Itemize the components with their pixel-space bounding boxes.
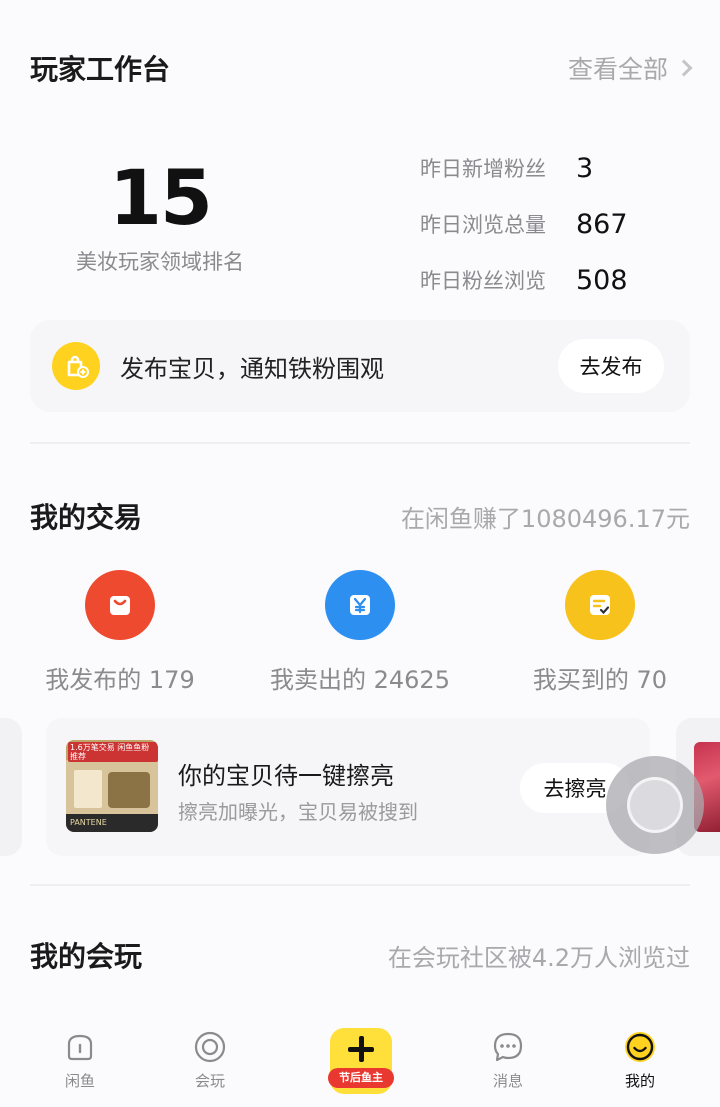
tab-label: 我的: [624, 1072, 655, 1090]
stat-value: 508: [576, 264, 628, 296]
trade-label: 我买到的 70: [532, 666, 668, 694]
tab-label: 会玩: [194, 1072, 225, 1090]
bottom-tab-bar: 闲鱼 会玩 节后鱼主 消息 我的: [0, 1010, 720, 1107]
trades-title: 我的交易: [30, 501, 143, 534]
stats-panel: 昨日新增粉丝 3 昨日浏览总量 867 昨日粉丝浏览 508: [420, 140, 700, 308]
stat-value: 3: [576, 152, 594, 184]
community-header: 我的会玩 在会玩社区被4.2万人浏览过: [30, 935, 690, 975]
view-all-link[interactable]: 查看全部: [567, 50, 693, 86]
plus-icon: [348, 1036, 374, 1062]
trade-label: 我发布的 179: [45, 666, 195, 694]
receipt-check-icon: [565, 570, 635, 640]
thumb-tag: 1.6万笔交易 闲鱼鱼粉推荐: [68, 742, 158, 762]
divider: [30, 884, 690, 886]
polish-subtitle: 擦亮加曝光，宝贝易被搜到: [178, 800, 418, 824]
publish-card[interactable]: 发布宝贝，通知铁粉围观 去发布: [30, 320, 690, 412]
polish-title: 你的宝贝待一键擦亮: [178, 762, 394, 790]
stat-value: 867: [576, 208, 628, 240]
trades-header: 我的交易 在闲鱼赚了1080496.17元: [30, 496, 690, 536]
rank-block[interactable]: 15 美妆玩家领域排名: [60, 150, 260, 276]
chevron-right-icon: [675, 59, 693, 77]
earnings-link[interactable]: 在闲鱼赚了1080496.17元: [401, 499, 690, 534]
rank-label: 美妆玩家领域排名: [76, 250, 244, 274]
tab-label: 闲鱼: [64, 1072, 95, 1090]
tab-messages[interactable]: 消息: [458, 1030, 558, 1091]
workbench-header: 玩家工作台 查看全部: [30, 48, 693, 88]
tab-huiwan[interactable]: 会玩: [160, 1030, 260, 1091]
tab-mine[interactable]: 我的: [590, 1030, 690, 1091]
xianyu-home-icon: [67, 1034, 93, 1061]
earnings-text: 在闲鱼赚了1080496.17元: [400, 504, 690, 533]
stat-row-new-fans: 昨日新增粉丝 3: [420, 140, 700, 196]
shopping-bag-plus-icon: [52, 342, 100, 390]
trade-item-bought[interactable]: 我买到的 70: [480, 570, 720, 695]
trade-item-sold[interactable]: 我卖出的 24625: [240, 570, 480, 695]
workbench-title: 玩家工作台: [30, 53, 171, 86]
smiley-face-icon: [625, 1032, 655, 1062]
community-summary-link[interactable]: 在会玩社区被4.2万人浏览过: [388, 938, 690, 973]
stat-row-fan-views: 昨日粉丝浏览 508: [420, 252, 700, 308]
polish-card[interactable]: 1.6万笔交易 闲鱼鱼粉推荐 PANTENE 你的宝贝待一键擦亮 擦亮加曝光，宝…: [46, 718, 650, 856]
center-button-label: 节后鱼主: [328, 1068, 394, 1088]
yuan-icon: [325, 570, 395, 640]
workbench-page: 玩家工作台 查看全部 15 美妆玩家领域排名 昨日新增粉丝 3 昨日浏览总量 8…: [0, 0, 720, 1107]
floating-assist-ball[interactable]: [606, 756, 704, 854]
publish-center-button[interactable]: 节后鱼主: [328, 1028, 394, 1094]
product-thumbnail: 1.6万笔交易 闲鱼鱼粉推荐 PANTENE: [66, 740, 158, 832]
carousel-card-prev[interactable]: [0, 718, 22, 856]
rank-value: 15: [109, 153, 213, 242]
circle-target-icon: [194, 1031, 226, 1063]
trades-row: 我发布的 179 我卖出的 24625 我买到的 70: [0, 570, 720, 694]
community-title: 我的会玩: [30, 940, 143, 973]
stat-row-total-views: 昨日浏览总量 867: [420, 196, 700, 252]
thumb-brand: PANTENE: [66, 814, 158, 832]
stat-label: 昨日浏览总量: [420, 213, 546, 237]
publish-text: 发布宝贝，通知铁粉围观: [120, 354, 384, 383]
tab-xianyu[interactable]: 闲鱼: [30, 1030, 130, 1091]
trade-item-published[interactable]: 我发布的 179: [0, 570, 240, 695]
community-summary: 在会玩社区被4.2万人浏览过: [387, 943, 690, 972]
publish-button[interactable]: 去发布: [558, 339, 664, 393]
tab-label: 消息: [492, 1072, 523, 1090]
stat-label: 昨日新增粉丝: [420, 157, 546, 181]
stat-label: 昨日粉丝浏览: [420, 269, 546, 293]
trade-label: 我卖出的 24625: [270, 666, 450, 694]
chat-bubble-icon: [493, 1032, 523, 1062]
divider: [30, 442, 690, 444]
view-all-label: 查看全部: [567, 55, 668, 84]
bag-icon: [85, 570, 155, 640]
